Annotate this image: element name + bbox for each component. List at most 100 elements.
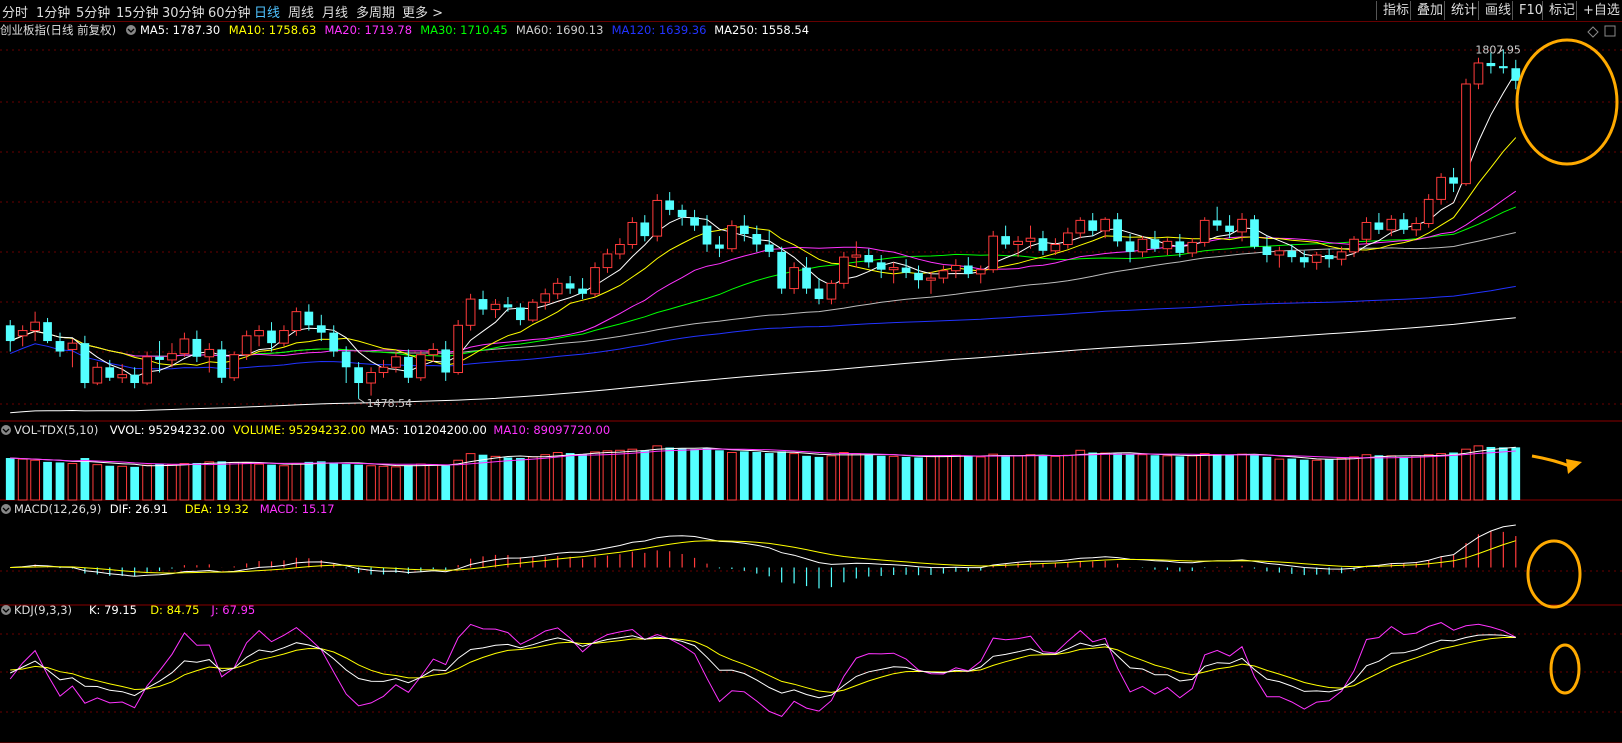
candle-body [1311,254,1322,263]
candle-body [627,221,638,246]
candle-body [839,256,849,284]
period-tab[interactable]: 30分钟 [162,2,205,21]
volume-bar [615,449,625,501]
candle-body [690,217,699,226]
period-tab[interactable]: 月线 [322,2,348,21]
volume-bar [5,458,15,500]
volume-bar [1062,454,1073,501]
volume-bar [1175,456,1185,500]
volume-bar [117,465,128,501]
candle-body [814,288,824,300]
period-toolbar: 分时 1分钟 5分钟 15分钟 30分钟 60分钟 日线 周线 月线 多周期 更多 > +自选 标记 F1… [0,0,1622,22]
candle-body [1137,238,1148,253]
volume-bar [105,465,115,500]
candle-body [1187,241,1198,254]
volume-bar [1436,453,1446,501]
volume-bar [192,462,202,500]
volume-bar [43,461,52,500]
volume-bar [1299,459,1309,500]
period-tab[interactable]: 更多 > [402,2,443,21]
indicator-value-label: DEA: 19.32 [185,502,249,516]
candle-body [702,225,712,245]
volume-bar [55,462,65,500]
highlight-ellipse [1549,643,1581,695]
period-tab[interactable]: 1分钟 [36,2,70,21]
kdj-panel [9,622,1517,718]
candle-body [615,244,625,255]
candle-body [378,366,389,374]
candle-body [565,283,575,289]
candle-body [1013,240,1023,246]
candle-body [1498,66,1508,69]
candle-body [1212,220,1222,226]
volume-bar [404,465,413,500]
toolbar-button[interactable]: +自选 [1576,1,1622,20]
volume-bar [652,445,663,501]
volume-bar [267,464,276,500]
candle-body [1361,221,1372,240]
volume-bar [1449,452,1458,500]
candle-body [914,272,923,281]
candle-body [1025,237,1036,242]
ma5-line [10,72,1517,378]
volume-bar [702,448,712,500]
volume-bar [1075,449,1086,501]
volume-bar [291,463,302,501]
volume-bar [329,462,339,500]
candle-body [715,244,724,249]
trend-arrow-head [1566,459,1582,474]
period-tab[interactable]: 多周期 [356,2,395,21]
volume-bar [764,453,774,500]
stock-chart: 1807.95 1478.54 创业板指(日线 前复权) MA5: 1787.30 M… [0,23,1622,743]
candle-body [428,348,439,356]
toolbar-button[interactable]: 指标 [1376,1,1410,20]
volume-bar [453,459,464,501]
candle-body [1038,238,1048,251]
volume-bar [851,453,862,501]
indicator-value-label: MACD: 15.17 [260,502,335,516]
period-tab[interactable]: 5分钟 [76,2,110,21]
candle-body [354,367,363,384]
period-tab[interactable]: 分时 [2,2,28,21]
candle-body [1386,218,1397,231]
volume-bar [938,455,949,501]
volume-bar [727,451,737,501]
candle-body [503,304,513,308]
toolbar-button[interactable]: 标记 [1542,1,1576,20]
indicator-value-label: K: 79.15 [89,603,137,617]
volume-bar [988,453,999,501]
candle-body [1199,219,1210,243]
collapse-icon [1,425,11,435]
candle-body [1125,241,1135,252]
volume-bar [1511,447,1521,500]
low-price-label: 1478.54 [367,397,413,410]
period-tab[interactable]: 日线 [254,2,280,21]
period-tab[interactable]: 15分钟 [116,2,159,21]
collapse-icon [1,605,11,615]
candle-body [1150,239,1160,249]
indicator-value-label: VOL-TDX(5,10) [14,423,98,437]
volume-bar [802,455,811,500]
candle-body [677,209,687,218]
macd-dif-line [10,524,1516,577]
candle-body [516,307,525,321]
volume-bar [640,450,650,500]
toolbar-button[interactable]: 统计 [1444,1,1478,20]
volume-bar [864,454,874,500]
period-tab[interactable]: 周线 [288,2,314,21]
volume-bar [975,456,986,501]
volume-bar [565,453,575,500]
candle-body [453,324,464,374]
volume-bar [627,448,638,501]
volume-bar [465,453,476,501]
toolbar-button[interactable]: 叠加 [1410,1,1444,20]
toolbar-button[interactable]: 画线 [1478,1,1512,20]
candle-body [304,311,314,326]
volume-bar [888,455,899,501]
volume-bar [341,464,351,500]
low-marker [358,398,365,404]
period-tab[interactable]: 60分钟 [208,2,251,21]
toolbar-button[interactable]: F10 [1512,1,1543,20]
candle-body [167,353,177,361]
volume-bar [814,456,824,500]
